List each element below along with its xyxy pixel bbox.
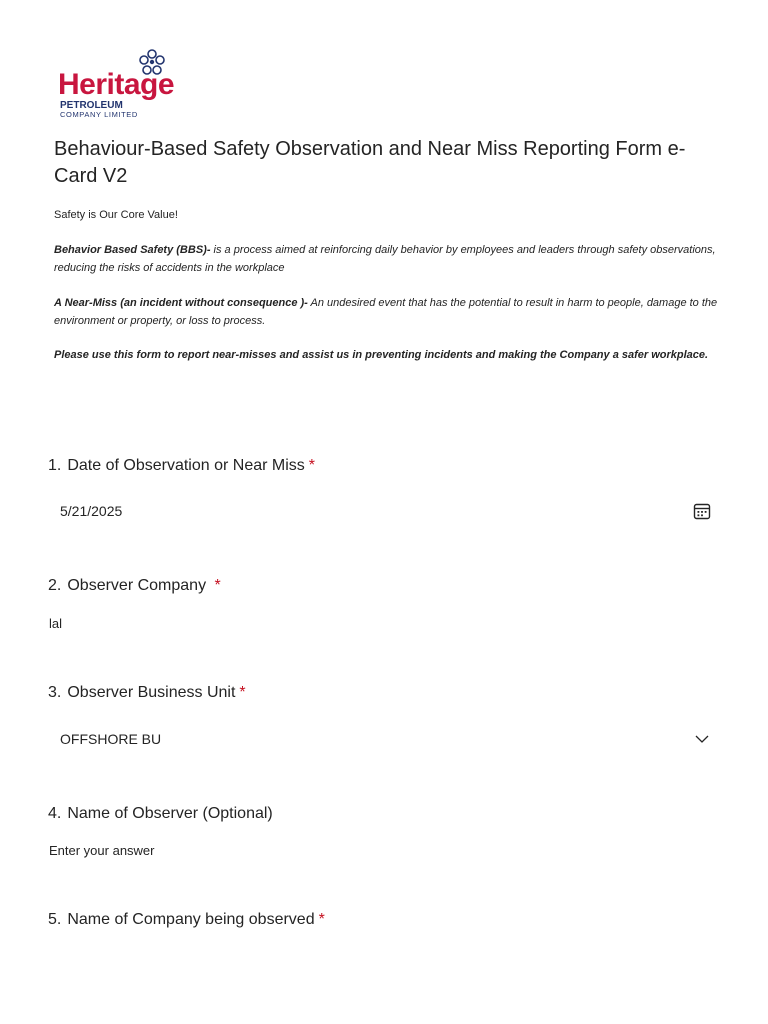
company-logo: Heritage PETROLEUM COMPANY LIMITED	[56, 46, 176, 120]
nearmiss-label: A Near-Miss (an incident without consequ…	[54, 297, 308, 309]
required-asterisk: *	[308, 457, 315, 474]
logo-subtitle-2: COMPANY LIMITED	[60, 110, 138, 119]
business-unit-select[interactable]: OFFSHORE BU	[48, 726, 720, 752]
question-text: Name of Observer (Optional)	[67, 805, 273, 822]
calendar-icon[interactable]	[692, 501, 712, 521]
instruction-text: Please use this form to report near-miss…	[54, 349, 709, 361]
question-3-label: 3. Observer Business Unit *	[48, 684, 246, 702]
nearmiss-description: A Near-Miss (an incident without consequ…	[54, 294, 724, 330]
required-asterisk: *	[239, 684, 246, 701]
bbs-description: Behavior Based Safety (BBS)- is a proces…	[54, 241, 724, 277]
observer-company-input[interactable]: lal	[49, 616, 62, 631]
question-text: Date of Observation or Near Miss	[67, 457, 305, 474]
date-input[interactable]: 5/21/2025	[48, 498, 720, 524]
chevron-down-icon[interactable]	[694, 732, 710, 746]
question-5-label: 5. Name of Company being observed *	[48, 911, 325, 929]
form-tagline: Safety is Our Core Value!	[54, 209, 178, 221]
logo-brand-text: Heritage	[58, 68, 175, 101]
question-2-label: 2. Observer Company *	[48, 577, 221, 595]
question-text: Name of Company being observed	[67, 911, 315, 928]
form-title: Behaviour-Based Safety Observation and N…	[54, 138, 686, 187]
question-text: Observer Business Unit	[67, 684, 236, 701]
question-1-label: 1. Date of Observation or Near Miss *	[48, 457, 315, 475]
question-number: 2.	[48, 577, 62, 594]
form-instruction: Please use this form to report near-miss…	[54, 346, 724, 364]
question-text: Observer Company	[67, 577, 211, 594]
question-number: 5.	[48, 911, 62, 928]
question-4-label: 4. Name of Observer (Optional)	[48, 805, 273, 823]
required-asterisk: *	[214, 577, 221, 594]
question-number: 4.	[48, 805, 62, 822]
date-value: 5/21/2025	[60, 503, 123, 519]
bbs-label: Behavior Based Safety (BBS)-	[54, 244, 211, 256]
selected-value: OFFSHORE BU	[60, 731, 162, 747]
question-number: 3.	[48, 684, 62, 701]
question-number: 1.	[48, 457, 62, 474]
observer-name-input[interactable]: Enter your answer	[49, 843, 155, 858]
required-asterisk: *	[318, 911, 325, 928]
